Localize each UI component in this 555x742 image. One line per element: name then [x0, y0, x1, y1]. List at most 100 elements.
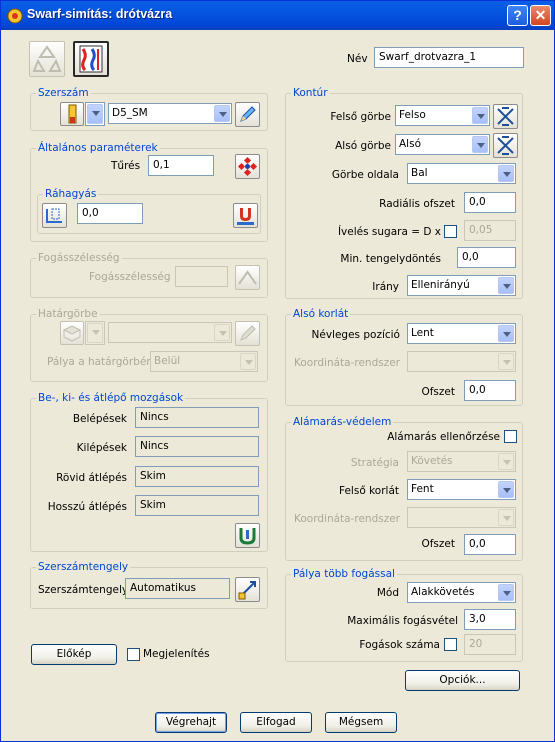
name-label: Név: [347, 53, 368, 65]
swarf-preview-button[interactable]: [73, 41, 109, 77]
tool-axis-value: Automatikus: [125, 578, 230, 599]
tool-select[interactable]: D5_SM: [108, 103, 232, 124]
gouge-check-checkbox[interactable]: [504, 430, 517, 443]
display-checkbox[interactable]: [127, 648, 140, 661]
help-button[interactable]: ?: [507, 5, 528, 26]
stepover-title: Fogásszélesség: [36, 252, 122, 264]
tool-type-button[interactable]: [60, 102, 84, 126]
edit-tool-button[interactable]: [235, 102, 260, 127]
leads-links-title: Be-, ki- és átlépő mozgások: [36, 392, 186, 404]
max-stepdown-input[interactable]: 3,0: [464, 609, 516, 630]
tool-axis-settings-button[interactable]: [235, 577, 260, 602]
pick-curve-icon: [497, 107, 514, 126]
cancel-button[interactable]: Mégsem: [325, 712, 397, 733]
upper-limit-value: Fent: [411, 483, 434, 495]
tool-type-dropdown[interactable]: [85, 102, 105, 126]
cut-count-input[interactable]: 20: [464, 634, 516, 655]
lower-curve-select[interactable]: Alsó: [395, 134, 490, 155]
title-bar[interactable]: Swarf-simítás: drótvázra ? ✕: [1, 1, 554, 30]
tolerance-settings-button[interactable]: [235, 154, 260, 179]
cut-count-checkbox[interactable]: [444, 638, 457, 651]
execute-button[interactable]: Végrehajt: [155, 712, 227, 733]
radial-offset-input[interactable]: 0,0: [464, 192, 516, 213]
allowance-type-button[interactable]: [42, 203, 67, 228]
contour-title: Kontúr: [291, 87, 330, 99]
lower-offset-input[interactable]: 0,0: [464, 380, 516, 401]
boundary-path-value: Belül: [154, 355, 181, 367]
long-link-label: Hosszú átlépés: [47, 501, 127, 513]
gouge-offset-input[interactable]: 0,0: [464, 534, 516, 555]
long-link-value: Skim: [135, 495, 259, 516]
tool-axis-icon: [238, 581, 256, 600]
boundary-path-label: Pálya a határgörbén: [47, 356, 153, 368]
lead-in-value: Nincs: [135, 407, 259, 428]
gouge-coord-select[interactable]: [407, 507, 516, 528]
gouge-check-label: Alámarás ellenőrzése: [387, 431, 500, 443]
recycle-strategy-button[interactable]: [29, 41, 65, 77]
stepover-input[interactable]: [175, 266, 228, 287]
dialog-window: Swarf-simítás: drótvázra ? ✕ Név Swarf_d…: [0, 0, 555, 742]
lead-in-label: Belépések: [72, 413, 127, 425]
gouge-title: Alámarás-védelem: [291, 416, 394, 428]
pick-curve-icon: [497, 136, 514, 155]
nominal-position-select[interactable]: Lent: [407, 323, 516, 344]
curve-side-label: Görbe oldala: [331, 169, 399, 181]
preview-button[interactable]: Előkép: [31, 644, 117, 665]
direction-select[interactable]: Ellenirányú: [407, 275, 516, 296]
name-input[interactable]: Swarf_drotvazra_1: [374, 47, 524, 68]
tool-select-value: D5_SM: [112, 107, 148, 119]
lower-offset-label: Ofszet: [421, 386, 455, 398]
lower-coord-select[interactable]: [407, 351, 516, 372]
lower-curve-pick-button[interactable]: [493, 133, 518, 158]
pencil-icon: [240, 106, 256, 122]
leads-links-icon: [239, 528, 256, 545]
lower-curve-label: Alsó görbe: [335, 140, 391, 152]
cut-count-label: Fogások száma: [359, 639, 440, 651]
allowance-title: Ráhagyás: [43, 188, 99, 200]
allowance-input[interactable]: 0,0: [77, 203, 143, 224]
lower-curve-value: Alsó: [399, 138, 421, 150]
short-link-value: Skim: [135, 466, 259, 487]
boundary-select[interactable]: [108, 322, 232, 343]
magnet-tool-icon: [237, 208, 254, 225]
upper-curve-select[interactable]: Felso: [395, 105, 490, 126]
min-tilt-label: Min. tengelydöntés: [340, 253, 441, 265]
edit-boundary-button[interactable]: [235, 321, 260, 346]
curve-side-value: Bal: [411, 167, 428, 179]
direction-value: Ellenirányú: [411, 279, 470, 291]
mode-value: Alakkövetés: [411, 586, 475, 598]
close-button[interactable]: ✕: [530, 5, 551, 26]
nominal-position-value: Lent: [411, 327, 434, 339]
strategy-select[interactable]: Követés: [407, 451, 516, 472]
mode-select[interactable]: Alakkövetés: [407, 582, 516, 603]
strategy-label: Stratégia: [350, 457, 399, 469]
boundary-type-button[interactable]: [60, 321, 84, 345]
multiple-cuts-title: Pálya több fogással: [291, 568, 397, 580]
gouge-coord-label: Koordináta-rendszer: [294, 513, 400, 525]
min-tilt-input[interactable]: 0,0: [457, 247, 516, 268]
radial-offset-label: Radiális ofszet: [379, 198, 455, 210]
leads-links-settings-button[interactable]: [235, 523, 260, 548]
boundary-type-dropdown[interactable]: [85, 321, 105, 345]
nominal-position-label: Névleges pozíció: [311, 329, 400, 341]
tolerance-input[interactable]: 0,1: [148, 155, 214, 176]
arc-radius-input[interactable]: 0,05: [464, 220, 516, 241]
short-link-label: Rövid átlépés: [56, 472, 127, 484]
stepover-settings-button[interactable]: [235, 265, 260, 290]
recycle-icon: [32, 45, 62, 72]
allowance-settings-button[interactable]: [233, 203, 258, 228]
mode-label: Mód: [376, 587, 399, 599]
tool-axis-title: Szerszámtengely: [36, 561, 131, 573]
upper-curve-pick-button[interactable]: [493, 104, 518, 129]
boundary-icon: [62, 325, 82, 342]
upper-curve-value: Felso: [399, 109, 426, 121]
pencil-icon: [240, 325, 256, 341]
boundary-path-select[interactable]: Belül: [150, 351, 258, 372]
upper-limit-select[interactable]: Fent: [407, 479, 516, 500]
curve-side-select[interactable]: Bal: [407, 163, 516, 184]
options-button[interactable]: Opciók...: [405, 670, 520, 691]
accept-button[interactable]: Elfogad: [240, 712, 312, 733]
tolerance-label: Tűrés: [111, 160, 141, 172]
allowance-icon: [46, 208, 62, 223]
arc-radius-checkbox[interactable]: [444, 225, 457, 238]
